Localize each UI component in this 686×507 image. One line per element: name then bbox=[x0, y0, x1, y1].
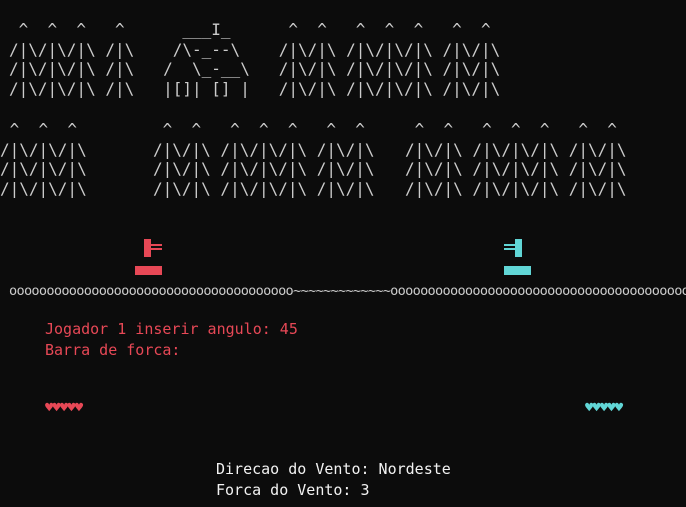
forest-row: /|\/|\ /|\/|\/|\ /|\/|\ bbox=[405, 159, 627, 178]
force-bar-label: Barra de forca: bbox=[45, 341, 181, 359]
city-skyline: ^ ^ ^ ^ ___I_ ^ ^ ^ ^ ^ ^ ^ /|\/|\/|\ /|… bbox=[9, 20, 500, 98]
forest-row: /|\/|\/|\ bbox=[0, 178, 87, 198]
city-row: /|\/|\/|\ /|\ |[]| [] | /|\/|\ /|\/|\/|\… bbox=[9, 78, 501, 98]
forest-row: /|\/|\/|\ bbox=[0, 159, 87, 178]
player2-tank-barrel bbox=[504, 244, 515, 250]
angle-prompt: Jogador 1 inserir angulo: 45 bbox=[45, 320, 298, 338]
player1-tank-barrel bbox=[151, 244, 162, 250]
player1-tank-turret bbox=[144, 239, 151, 257]
player2-hearts: ♥♥♥♥♥ bbox=[585, 400, 623, 416]
player2-tank bbox=[503, 237, 531, 277]
forest-row: /|\/|\ /|\/|\/|\ /|\/|\ bbox=[153, 159, 375, 178]
player1-tank-base bbox=[135, 266, 162, 275]
player1-hearts: ♥♥♥♥♥ bbox=[45, 400, 83, 416]
city-row: /|\/|\/|\ /|\ / \_-__\ /|\/|\ /|\/|\/|\ … bbox=[9, 59, 501, 78]
forest-left: ^ ^ ^ /|\/|\/|\ /|\/|\/|\ /|\/|\/|\ bbox=[0, 120, 87, 198]
wind-force: Forca do Vento: 3 bbox=[216, 481, 370, 499]
player2-tank-turret bbox=[515, 239, 522, 257]
player1-tank bbox=[135, 237, 163, 277]
city-row: ^ ^ ^ ^ ___I_ ^ ^ ^ ^ ^ ^ ^ bbox=[9, 20, 491, 39]
forest-right: ^ ^ ^ ^ ^ ^ ^ /|\/|\ /|\/|\/|\ /|\/|\ /|… bbox=[405, 120, 627, 198]
city-row: /|\/|\/|\ /|\ /\-_--\ /|\/|\ /|\/|\/|\ /… bbox=[9, 39, 501, 59]
forest-row: /|\/|\/|\ bbox=[0, 139, 87, 159]
ground-line: oooooooooooooooooooooooooooooooooooooo~~… bbox=[9, 283, 686, 299]
wind-direction: Direcao do Vento: Nordeste bbox=[216, 460, 451, 478]
forest-row: /|\/|\ /|\/|\/|\ /|\/|\ bbox=[405, 178, 627, 198]
forest-row: /|\/|\ /|\/|\/|\ /|\/|\ bbox=[153, 178, 375, 198]
forest-row: ^ ^ ^ ^ ^ ^ ^ bbox=[153, 120, 365, 139]
forest-row: /|\/|\ /|\/|\/|\ /|\/|\ bbox=[405, 139, 627, 159]
forest-row: ^ ^ ^ bbox=[0, 120, 78, 139]
forest-row: /|\/|\ /|\/|\/|\ /|\/|\ bbox=[153, 139, 375, 159]
forest-mid: ^ ^ ^ ^ ^ ^ ^ /|\/|\ /|\/|\/|\ /|\/|\ /|… bbox=[153, 120, 375, 198]
player2-tank-base bbox=[504, 266, 531, 275]
forest-row: ^ ^ ^ ^ ^ ^ ^ bbox=[405, 120, 617, 139]
